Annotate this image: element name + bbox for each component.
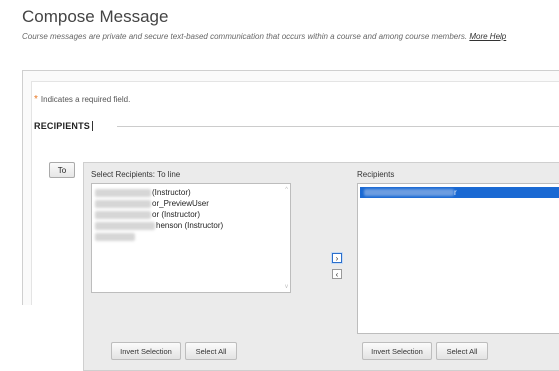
list-item-suffix: (Instructor) <box>152 188 191 197</box>
invert-selection-button[interactable]: Invert Selection <box>111 342 181 360</box>
move-right-button[interactable]: › <box>332 253 342 263</box>
scroll-up-icon[interactable]: ^ <box>285 187 288 193</box>
required-note: * Indicates a required field. <box>34 94 130 105</box>
page-description: Course messages are private and secure t… <box>22 32 506 41</box>
required-star: * <box>34 94 38 105</box>
select-recipients-label: Select Recipients: To line <box>91 170 181 179</box>
section-title: RECIPIENTS <box>34 121 91 131</box>
redacted-name <box>95 199 151 208</box>
description-text: Course messages are private and secure t… <box>22 32 468 41</box>
selected-item-suffix: r <box>454 188 457 197</box>
move-left-button[interactable]: ‹ <box>332 269 342 279</box>
list-item-suffix: henson (Instructor) <box>156 221 224 230</box>
form-panel: * Indicates a required field. RECIPIENTS … <box>22 70 559 371</box>
section-heading: RECIPIENTS <box>34 121 94 131</box>
list-item[interactable]: or_PreviewUser <box>95 198 290 209</box>
list-item-suffix: or (Instructor) <box>152 210 201 219</box>
chevron-right-icon: › <box>335 253 339 263</box>
recipients-label: Recipients <box>357 170 395 179</box>
list-item[interactable] <box>95 231 290 242</box>
select-all-button[interactable]: Select All <box>185 342 237 360</box>
redacted-name <box>95 232 135 241</box>
section-divider-tick <box>92 121 94 131</box>
chevron-left-icon: ‹ <box>335 269 339 279</box>
redacted-name <box>364 189 454 196</box>
list-item[interactable]: or (Instructor) <box>95 209 290 220</box>
redacted-name <box>95 188 151 197</box>
selected-recipients-list[interactable]: r ^ v <box>357 183 559 334</box>
scroll-down-icon[interactable]: v <box>285 284 288 290</box>
available-recipients-list[interactable]: (Instructor) or_PreviewUser or (Instruct… <box>91 183 291 293</box>
invert-selection-button-right[interactable]: Invert Selection <box>362 342 432 360</box>
page-title: Compose Message <box>22 7 169 26</box>
section-separator <box>117 126 559 127</box>
recipient-area: Select Recipients: To line (Instructor) … <box>83 162 559 371</box>
more-help-link[interactable]: More Help <box>469 32 506 41</box>
list-item-suffix: or_PreviewUser <box>152 199 209 208</box>
redacted-name <box>95 221 155 230</box>
to-button[interactable]: To <box>49 162 75 178</box>
redacted-name <box>95 210 151 219</box>
selected-list-item[interactable]: r <box>360 187 559 198</box>
list-item[interactable]: (Instructor) <box>95 187 290 198</box>
required-note-text: Indicates a required field. <box>40 95 131 104</box>
list-item[interactable]: henson (Instructor) <box>95 220 290 231</box>
select-all-button-right[interactable]: Select All <box>436 342 488 360</box>
